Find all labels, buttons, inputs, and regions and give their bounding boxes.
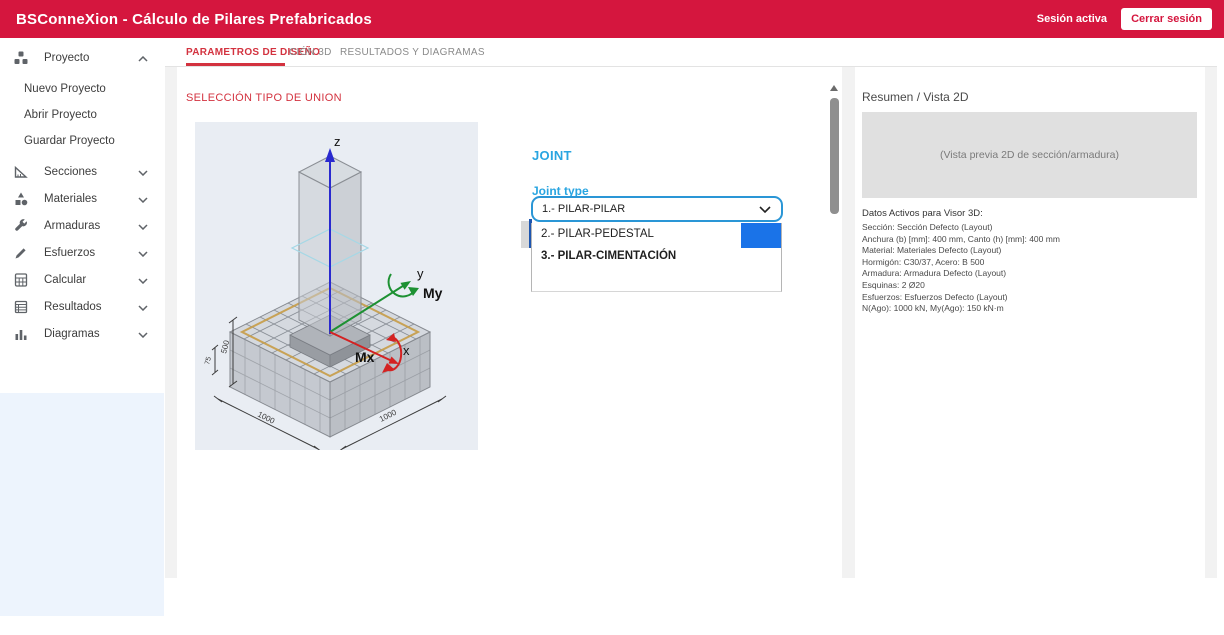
sidebar-item-materiales[interactable]: Materiales [0,185,164,212]
joint-heading: JOINT [532,148,572,163]
chevron-down-icon [138,190,148,208]
pencil-icon [12,244,30,262]
sidebar-main-divider [165,67,177,578]
sidebar-item-secciones[interactable]: Secciones [0,158,164,185]
header-right-group: Sesión activa Cerrar sesión [1037,8,1224,30]
dim-offset-label: 75 [204,356,213,365]
data-line-cargas: N(Ago): 1000 kN, My(Ago): 150 kN·m [862,303,1060,315]
session-status: Sesión activa [1037,13,1107,25]
app-header: BSConneXion - Cálculo de Pilares Prefabr… [0,0,1224,38]
bar-chart-icon [12,325,30,343]
tab-vision-3d[interactable]: CIÓN 3D [289,47,332,58]
sidebar-item-label: Proyecto [44,52,89,64]
chevron-down-icon [759,200,771,218]
sidebar-filler-panel [0,393,164,616]
wrench-icon [12,217,30,235]
joint-type-select[interactable]: 1.- PILAR-PILAR [531,196,783,222]
data-line-material: Material: Materiales Defecto (Layout) [862,245,1060,257]
section-title: SELECCIÓN TIPO DE UNION [186,92,342,104]
axis-y-label: y [417,266,424,281]
main-panel-divider [842,67,855,578]
axis-x-label: x [403,343,410,358]
chevron-down-icon [138,325,148,343]
joint-type-dropdown-list: 2.- PILAR-PEDESTAL 3.- PILAR-CIMENTACIÓN [531,223,782,292]
data-line-esfuerzos: Esfuerzos: Esfuerzos Defecto (Layout) [862,292,1060,304]
foundation-3d-drawing: 500 75 1000 1000 z y My [195,122,478,450]
dropdown-scrollbar-thumb[interactable] [741,223,781,248]
table-icon [12,298,30,316]
moment-x-label: Mx [355,349,375,365]
sidebar-item-nuevo-proyecto[interactable]: Nuevo Proyecto [0,75,164,102]
sidebar-item-proyecto[interactable]: Proyecto [0,44,164,71]
data-line-anchura-canto: Anchura (b) [mm]: 400 mm, Canto (h) [mm]… [862,234,1060,246]
chevron-down-icon [138,244,148,262]
sidebar-item-resultados[interactable]: Resultados [0,293,164,320]
axis-z-label: z [334,134,341,149]
option-pilar-pedestal[interactable]: 2.- PILAR-PEDESTAL [541,228,654,240]
option-pilar-cimentacion[interactable]: 3.- PILAR-CIMENTACIÓN [541,250,676,262]
joint-select-value: 1.- PILAR-PILAR [542,203,625,215]
sidebar-item-label: Nuevo Proyecto [24,83,106,95]
sidebar-item-label: Armaduras [44,220,100,232]
preview-2d-placeholder: (Vista previa 2D de sección/armadura) [862,112,1197,198]
moment-y-label: My [423,285,443,301]
chevron-down-icon [138,298,148,316]
sidebar-item-label: Resultados [44,301,102,313]
tab-resultados-y-diagramas[interactable]: RESULTADOS Y DIAGRAMAS [340,47,485,58]
sidebar-item-label: Guardar Proyecto [24,135,115,147]
viewer-3d[interactable]: 500 75 1000 1000 z y My [195,122,478,450]
shapes-icon [12,190,30,208]
logout-button[interactable]: Cerrar sesión [1121,8,1212,30]
sidebar: Proyecto Nuevo Proyecto Abrir Proyecto G… [0,38,164,578]
chevron-down-icon [138,217,148,235]
active-tab-underline [186,63,285,66]
chevron-down-icon [138,271,148,289]
sidebar-item-guardar-proyecto[interactable]: Guardar Proyecto [0,127,164,154]
set-square-icon [12,163,30,181]
sidebar-item-label: Abrir Proyecto [24,109,97,121]
data-line-esquinas: Esquinas: 2 Ø20 [862,280,1060,292]
application-window: BSConneXion - Cálculo de Pilares Prefabr… [0,0,1224,635]
dropdown-artifact [521,221,529,248]
sidebar-item-esfuerzos[interactable]: Esfuerzos [0,239,164,266]
right-edge-gutter [1205,67,1217,578]
sidebar-item-diagramas[interactable]: Diagramas [0,320,164,347]
chevron-down-icon [138,163,148,181]
data-line-seccion: Sección: Sección Defecto (Layout) [862,222,1060,234]
sidebar-item-calcular[interactable]: Calcular [0,266,164,293]
chevron-up-icon [138,49,148,67]
sidebar-item-label: Materiales [44,193,97,205]
active-data-title: Datos Activos para Visor 3D: [862,208,983,219]
workspaces-icon [12,49,30,67]
data-line-hormigon-acero: Hormigón: C30/37, Acero: B 500 [862,257,1060,269]
calculator-icon [12,271,30,289]
sidebar-item-label: Diagramas [44,328,100,340]
sidebar-item-label: Esfuerzos [44,247,95,259]
data-line-armadura: Armadura: Armadura Defecto (Layout) [862,268,1060,280]
sidebar-item-label: Secciones [44,166,97,178]
tabbar-border [165,66,1217,67]
preview-placeholder-text: (Vista previa 2D de sección/armadura) [940,149,1119,161]
sidebar-item-armaduras[interactable]: Armaduras [0,212,164,239]
app-title: BSConneXion - Cálculo de Pilares Prefabr… [16,11,372,28]
summary-panel-title: Resumen / Vista 2D [862,90,969,104]
sidebar-item-label: Calcular [44,274,86,286]
scrollbar-up-arrow[interactable] [830,85,838,91]
main-scrollbar-thumb[interactable] [830,98,839,214]
sidebar-item-abrir-proyecto[interactable]: Abrir Proyecto [0,101,164,128]
active-data-block: Sección: Sección Defecto (Layout) Anchur… [862,222,1060,315]
